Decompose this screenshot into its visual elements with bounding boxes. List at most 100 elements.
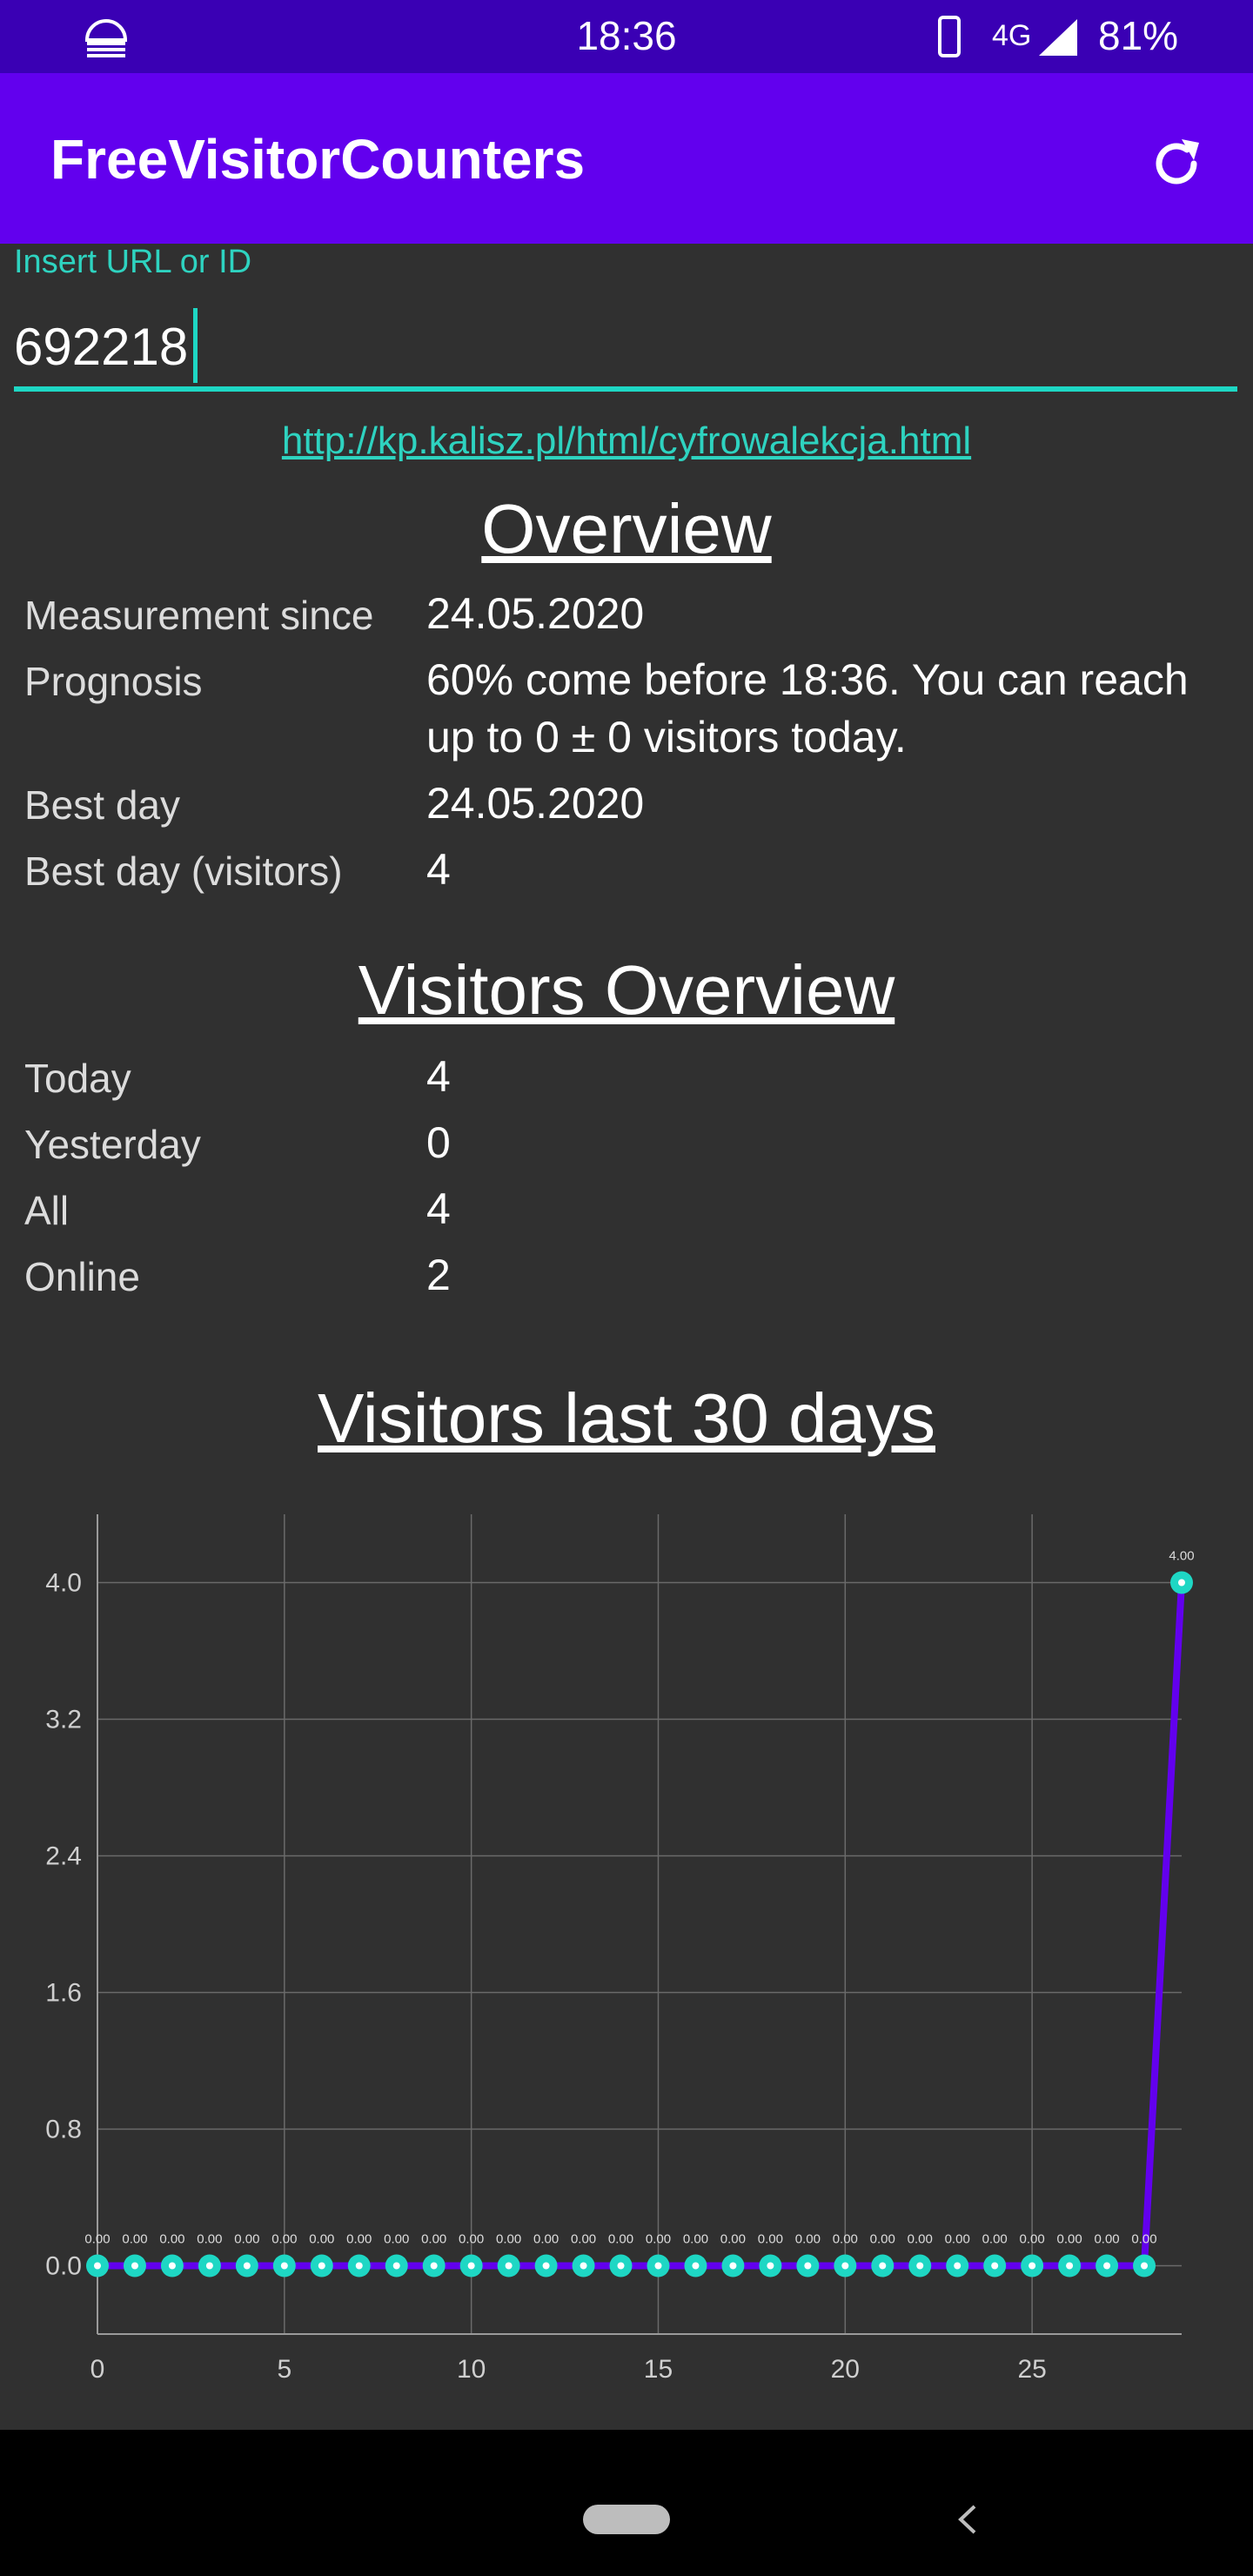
data-point-center bbox=[991, 2262, 999, 2270]
data-point-center bbox=[1103, 2262, 1111, 2270]
data-point-center bbox=[467, 2262, 475, 2270]
data-label: 0.00 bbox=[608, 2232, 633, 2247]
data-label: 0.00 bbox=[309, 2232, 334, 2247]
data-label: 0.00 bbox=[683, 2232, 708, 2247]
data-label: 0.00 bbox=[1094, 2232, 1119, 2247]
data-point-center bbox=[392, 2262, 400, 2270]
back-icon[interactable] bbox=[948, 2499, 988, 2539]
data-label: 0.00 bbox=[459, 2232, 484, 2247]
visitors-chart: 0 5 10 15 20 250.00.81.62.43.24.0 0.00 0.00 0.0… bbox=[45, 1514, 1195, 2384]
data-label: 0.00 bbox=[159, 2232, 184, 2247]
data-label: 0.00 bbox=[795, 2232, 821, 2247]
visitors-label-today: Today bbox=[24, 1056, 131, 1101]
overview-label-prognosis: Prognosis bbox=[24, 659, 203, 704]
data-point-center bbox=[654, 2262, 662, 2270]
battery-level: 81% bbox=[1098, 13, 1179, 58]
data-point-center bbox=[767, 2262, 774, 2270]
navigation-bar bbox=[0, 2430, 1253, 2576]
overview-value-prognosis: 60% come before 18:36. You can reach up … bbox=[426, 655, 1189, 761]
overview-label-best-day-visitors: Best day (visitors) bbox=[24, 849, 343, 894]
data-label: 0.00 bbox=[384, 2232, 409, 2247]
app-bar: FreeVisitorCounters bbox=[0, 73, 1253, 244]
data-point-center bbox=[617, 2262, 625, 2270]
data-point-center bbox=[580, 2262, 587, 2270]
y-tick-label: 3.2 bbox=[45, 1706, 82, 1734]
data-label: 0.00 bbox=[1131, 2232, 1156, 2247]
data-point-center bbox=[168, 2262, 176, 2270]
data-point-center bbox=[841, 2262, 849, 2270]
data-label: 0.00 bbox=[197, 2232, 222, 2247]
data-point-center bbox=[804, 2262, 812, 2270]
data-label: 0.00 bbox=[1057, 2232, 1082, 2247]
y-tick-label: 0.0 bbox=[45, 2252, 82, 2281]
data-point-center bbox=[280, 2262, 288, 2270]
data-point-center bbox=[729, 2262, 737, 2270]
visitors-value-today: 4 bbox=[426, 1052, 451, 1101]
chart-grid bbox=[97, 1514, 1182, 2334]
data-label: 0.00 bbox=[533, 2232, 559, 2247]
data-point-center bbox=[1066, 2262, 1074, 2270]
url-link[interactable]: http://kp.kalisz.pl/html/cyfrowalekcja.h… bbox=[0, 419, 1253, 463]
y-tick-label: 2.4 bbox=[45, 1842, 82, 1871]
data-point-center bbox=[916, 2262, 924, 2270]
refresh-icon[interactable] bbox=[1147, 134, 1206, 193]
chart-points bbox=[86, 1571, 1193, 2277]
data-point-center bbox=[879, 2262, 887, 2270]
x-tick-label: 5 bbox=[277, 2355, 291, 2384]
data-point-center bbox=[542, 2262, 550, 2270]
data-point-center bbox=[355, 2262, 363, 2270]
x-tick-label: 10 bbox=[457, 2355, 486, 2384]
overview-title: Overview bbox=[481, 490, 772, 567]
data-label: 0.00 bbox=[870, 2232, 895, 2247]
data-label: 0.00 bbox=[720, 2232, 746, 2247]
data-label: 0.00 bbox=[833, 2232, 858, 2247]
data-label: 0.00 bbox=[234, 2232, 259, 2247]
text-cursor bbox=[193, 308, 198, 383]
series-line bbox=[97, 1582, 1185, 2270]
y-tick-label: 4.0 bbox=[45, 1569, 82, 1598]
data-label: 0.00 bbox=[271, 2232, 297, 2247]
x-tick-label: 25 bbox=[1017, 2355, 1046, 2384]
visitors-value-all: 4 bbox=[426, 1184, 451, 1233]
data-point-center bbox=[131, 2262, 138, 2270]
data-point-center bbox=[318, 2262, 325, 2270]
y-tick-label: 0.8 bbox=[45, 2116, 82, 2144]
x-tick-label: 20 bbox=[831, 2355, 860, 2384]
chart-line bbox=[97, 1582, 1185, 2270]
data-label: 0.00 bbox=[758, 2232, 783, 2247]
data-point-center bbox=[954, 2262, 962, 2270]
data-label: 0.00 bbox=[908, 2232, 933, 2247]
data-label: 0.00 bbox=[84, 2232, 110, 2247]
data-point-center bbox=[430, 2262, 438, 2270]
data-label: 0.00 bbox=[646, 2232, 671, 2247]
overview-value-measurement-since: 24.05.2020 bbox=[426, 589, 645, 638]
visitors-overview-title: Visitors Overview bbox=[358, 951, 895, 1029]
data-point-center bbox=[505, 2262, 513, 2270]
status-bar: 18:36 4G 81% bbox=[0, 0, 1253, 73]
overview-label-best-day: Best day bbox=[24, 782, 180, 828]
chart-axes: 0 5 10 15 20 25 0.0 0.8 1.6 2.4 3.2 4.0 bbox=[45, 1514, 1182, 2384]
data-point-center bbox=[1178, 1579, 1185, 1587]
data-label: 0.00 bbox=[122, 2232, 147, 2247]
home-button[interactable] bbox=[583, 2505, 670, 2534]
chart-title: Visitors last 30 days bbox=[318, 1379, 935, 1457]
overview-value-best-day: 24.05.2020 bbox=[426, 779, 645, 828]
data-point-center bbox=[205, 2262, 213, 2270]
data-label: 0.00 bbox=[421, 2232, 446, 2247]
input-label: Insert URL or ID bbox=[14, 244, 252, 280]
data-label: 0.00 bbox=[346, 2232, 372, 2247]
phone-icon bbox=[938, 16, 961, 57]
data-point-center bbox=[1029, 2262, 1036, 2270]
app-title: FreeVisitorCounters bbox=[50, 128, 586, 191]
x-tick-label: 0 bbox=[90, 2355, 105, 2384]
data-point-center bbox=[692, 2262, 700, 2270]
data-point-center bbox=[1141, 2262, 1149, 2270]
data-label: 0.00 bbox=[982, 2232, 1008, 2247]
y-tick-label: 1.6 bbox=[45, 1979, 82, 2008]
visitors-value-online: 2 bbox=[426, 1251, 451, 1299]
overview-value-best-day-visitors: 4 bbox=[426, 845, 451, 894]
signal-icon bbox=[1039, 19, 1077, 56]
x-tick-label: 15 bbox=[644, 2355, 673, 2384]
chart-labels: 0.00 0.00 0.00 0.00 0.00 0.00 0.00 0.00 0.00 0.00… bbox=[84, 1549, 1194, 2247]
data-label: 0.00 bbox=[496, 2232, 521, 2247]
